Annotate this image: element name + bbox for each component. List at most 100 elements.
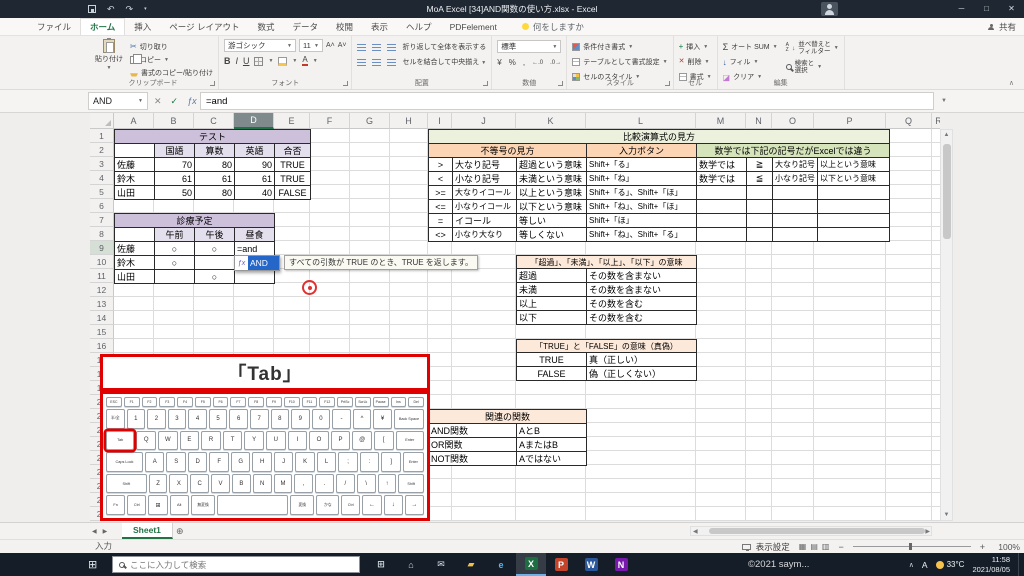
cell[interactable]: >= bbox=[429, 186, 453, 200]
display-settings-button[interactable]: 表示設定 bbox=[742, 541, 790, 553]
cell[interactable]: ○ bbox=[195, 270, 235, 284]
ribbon-tab-数式[interactable]: 数式 bbox=[248, 18, 283, 35]
row-header-8[interactable]: 8 bbox=[90, 227, 114, 241]
cell[interactable]: 61 bbox=[155, 172, 195, 186]
cell[interactable]: テスト bbox=[115, 130, 311, 144]
cell[interactable]: 大なり記号 bbox=[453, 158, 517, 172]
start-button[interactable]: ⊞ bbox=[88, 553, 97, 576]
sheet-tab-sheet1[interactable]: Sheet1 bbox=[122, 523, 173, 539]
cell[interactable]: 関連の関数 bbox=[429, 410, 587, 424]
percent-format-button[interactable]: % bbox=[509, 58, 516, 67]
cut-button[interactable]: ✂切り取り bbox=[130, 41, 213, 52]
cell[interactable]: 佐藤 bbox=[115, 158, 155, 172]
column-header-D[interactable]: D bbox=[234, 113, 274, 129]
cell[interactable] bbox=[818, 200, 890, 214]
cell[interactable]: 偽（正しくない） bbox=[587, 367, 697, 381]
copy-button[interactable]: コピー▼ bbox=[130, 54, 213, 65]
cell[interactable]: 鈴木 bbox=[115, 256, 155, 270]
cell[interactable]: > bbox=[429, 158, 453, 172]
cell[interactable]: 80 bbox=[195, 158, 235, 172]
cell[interactable]: 以下という意味 bbox=[818, 172, 890, 186]
horizontal-scroll-thumb[interactable] bbox=[709, 528, 925, 534]
cell[interactable]: 等しくない bbox=[517, 228, 587, 242]
format-as-table-button[interactable]: テーブルとして書式設定▼ bbox=[572, 56, 667, 68]
cell[interactable]: 午後 bbox=[195, 228, 235, 242]
cell[interactable]: 超過という意味 bbox=[517, 158, 587, 172]
cell[interactable] bbox=[818, 186, 890, 200]
cell[interactable]: 「超過」、「未満」、「以上」、「以下」の意味 bbox=[517, 256, 697, 269]
cell[interactable] bbox=[773, 228, 818, 242]
cancel-entry-button[interactable]: ✕ bbox=[154, 96, 162, 107]
insert-cells-button[interactable]: +挿入▼ bbox=[679, 41, 712, 53]
zoom-slider[interactable] bbox=[853, 546, 971, 547]
powerpoint-icon[interactable]: P bbox=[546, 553, 576, 576]
cell[interactable]: 国語 bbox=[155, 144, 195, 158]
align-top-icon[interactable] bbox=[357, 44, 366, 51]
cell[interactable]: = bbox=[429, 214, 453, 228]
underline-button[interactable]: U bbox=[243, 56, 250, 66]
comma-format-button[interactable]: , bbox=[523, 58, 525, 67]
cell[interactable]: OR関数 bbox=[429, 438, 517, 452]
cell[interactable]: 数学では bbox=[697, 158, 747, 172]
cell[interactable]: ≧ bbox=[747, 158, 773, 172]
cell[interactable] bbox=[747, 228, 773, 242]
cell[interactable] bbox=[235, 270, 275, 284]
ribbon-tab-ホーム[interactable]: ホーム bbox=[80, 18, 125, 35]
cell[interactable] bbox=[747, 214, 773, 228]
dialog-launcher-icon[interactable] bbox=[343, 81, 348, 86]
cell[interactable] bbox=[195, 256, 235, 270]
row-header-1[interactable]: 1 bbox=[90, 129, 114, 143]
cell[interactable]: 61 bbox=[235, 172, 275, 186]
cell[interactable]: Shift+「ね」、Shift+「ほ」 bbox=[587, 200, 697, 214]
select-all-button[interactable] bbox=[90, 113, 114, 129]
cell[interactable]: 小なりイコール bbox=[453, 200, 517, 214]
ribbon-tab-データ[interactable]: データ bbox=[284, 18, 328, 35]
ime-indicator[interactable]: A bbox=[922, 560, 928, 570]
cell[interactable] bbox=[697, 228, 747, 242]
grow-font-button[interactable]: A˄ bbox=[326, 42, 335, 49]
name-box[interactable]: AND ▼ bbox=[88, 92, 148, 110]
column-header-K[interactable]: K bbox=[516, 113, 586, 129]
zoom-in-button[interactable]: + bbox=[980, 542, 985, 552]
column-header-H[interactable]: H bbox=[390, 113, 428, 129]
minimize-button[interactable]: ─ bbox=[949, 0, 974, 18]
confirm-entry-button[interactable]: ✓ bbox=[171, 96, 179, 107]
scroll-right-icon[interactable]: ▶ bbox=[925, 528, 930, 535]
row-header-15[interactable]: 15 bbox=[90, 325, 114, 339]
zoom-level[interactable]: 100% bbox=[994, 542, 1020, 552]
cell[interactable]: 超過 bbox=[517, 269, 587, 283]
align-left-icon[interactable] bbox=[357, 59, 366, 66]
cell[interactable]: 真（正しい） bbox=[587, 353, 697, 367]
ribbon-tab-校閲[interactable]: 校閲 bbox=[327, 18, 362, 35]
row-header-10[interactable]: 10 bbox=[90, 255, 114, 269]
borders-icon[interactable] bbox=[254, 57, 263, 66]
cell[interactable]: その数を含む bbox=[587, 297, 697, 311]
cell[interactable]: 比較演算式の見方 bbox=[429, 130, 890, 144]
cell[interactable]: FALSE bbox=[517, 367, 587, 381]
find-select-button[interactable]: 検索と 選択▼ bbox=[786, 60, 839, 75]
ribbon-tab-PDFelement[interactable]: PDFelement bbox=[441, 18, 506, 35]
cell[interactable]: 未満 bbox=[517, 283, 587, 297]
prev-sheet-icon[interactable]: ◀ bbox=[92, 528, 97, 535]
search-input[interactable] bbox=[130, 560, 353, 570]
cell[interactable] bbox=[155, 270, 195, 284]
ribbon-tab-挿入[interactable]: 挿入 bbox=[125, 18, 160, 35]
cell[interactable]: 大なりイコール bbox=[453, 186, 517, 200]
cell[interactable]: 61 bbox=[195, 172, 235, 186]
dialog-launcher-icon[interactable] bbox=[558, 81, 563, 86]
close-button[interactable]: ✕ bbox=[999, 0, 1024, 18]
cell[interactable] bbox=[818, 228, 890, 242]
cell[interactable]: 山田 bbox=[115, 270, 155, 284]
cell[interactable]: Shift+「ね」 bbox=[587, 172, 697, 186]
collapse-ribbon-icon[interactable]: ∧ bbox=[1009, 79, 1014, 87]
cell[interactable]: TRUE bbox=[275, 158, 311, 172]
explorer-icon[interactable]: ▰ bbox=[456, 553, 486, 576]
column-header-C[interactable]: C bbox=[194, 113, 234, 129]
cell[interactable]: 等しい bbox=[517, 214, 587, 228]
cell[interactable] bbox=[697, 186, 747, 200]
cell[interactable]: 大なり記号 bbox=[773, 158, 818, 172]
hidden-icons-chevron[interactable]: ∧ bbox=[909, 561, 914, 569]
page-break-view-icon[interactable]: ▥ bbox=[822, 542, 830, 551]
row-header-9[interactable]: 9 bbox=[90, 241, 114, 255]
vertical-scroll-thumb[interactable] bbox=[943, 144, 951, 239]
